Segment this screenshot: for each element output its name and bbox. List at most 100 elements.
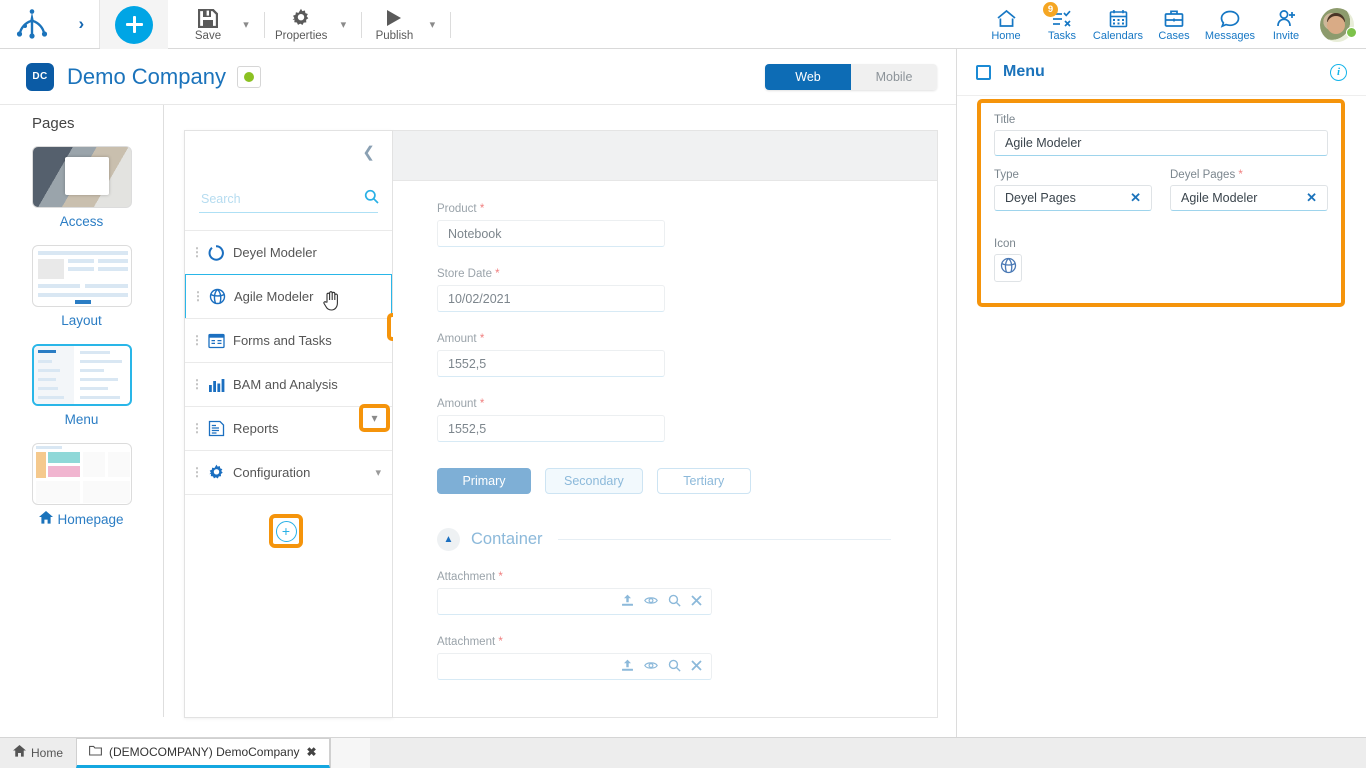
drag-handle-icon[interactable]: ⋮ [191, 334, 203, 346]
nav-home[interactable]: Home [978, 0, 1034, 49]
tree-item-bam-and-analysis[interactable]: ⋮ BAM and Analysis [185, 362, 392, 407]
add-zone [100, 0, 168, 49]
chevron-up-icon[interactable]: ▲ [437, 528, 460, 551]
drag-handle-icon[interactable]: ⋮ [191, 246, 203, 258]
properties-highlight-box: Title Agile Modeler Type Deyel Pages ✕ D… [977, 99, 1345, 307]
menu-tree: ⋮ Deyel Modeler ⋮ Agile Modeler ⋮ Forms … [185, 230, 392, 495]
platform-toggle: Web Mobile [765, 63, 937, 90]
properties-header: Menu i [957, 49, 1366, 96]
info-icon[interactable]: i [1330, 63, 1347, 81]
save-button[interactable]: Save [182, 0, 234, 49]
page-card-menu[interactable]: Menu [0, 344, 163, 427]
field-label: Attachment * [437, 636, 937, 648]
close-icon[interactable]: ✕ [1130, 190, 1141, 206]
title-input[interactable]: Agile Modeler [994, 130, 1328, 156]
tree-item-configuration[interactable]: ⋮ Configuration ▾ [185, 450, 392, 495]
add-new-button[interactable] [115, 5, 153, 44]
required-marker: * [495, 571, 503, 583]
tree-item-agile-modeler[interactable]: ⋮ Agile Modeler [185, 274, 392, 319]
tab-web[interactable]: Web [765, 63, 851, 90]
chevron-down-icon[interactable]: ▾ [375, 466, 381, 479]
nav-calendars[interactable]: Calendars [1090, 0, 1146, 49]
field-deyel-pages: Deyel Pages * Agile Modeler ✕ [1170, 169, 1328, 211]
nav-messages[interactable]: Messages [1202, 0, 1258, 49]
search-icon[interactable] [668, 594, 681, 610]
tree-item-label: BAM and Analysis [233, 377, 338, 392]
search-input[interactable] [199, 190, 364, 207]
upload-icon[interactable] [621, 659, 634, 675]
attachment-input-1[interactable] [437, 588, 712, 615]
drag-handle-icon[interactable]: ⋮ [192, 290, 204, 302]
page-card-homepage[interactable]: Homepage [0, 443, 163, 527]
taskbar-tab-democompany[interactable]: (DEMOCOMPANY) DemoCompany ✖ [76, 738, 330, 768]
circle-outline-icon [203, 244, 229, 261]
field-icon: Icon [994, 238, 1328, 282]
publish-caret-icon[interactable]: ▾ [420, 0, 444, 49]
close-icon[interactable] [691, 659, 702, 674]
status-dot [243, 71, 254, 82]
tree-item-forms-and-tasks[interactable]: ⋮ Forms and Tasks [185, 318, 392, 363]
briefcase-icon [1164, 7, 1184, 28]
properties-caret-icon[interactable]: ▾ [331, 0, 355, 49]
close-icon[interactable] [691, 594, 702, 609]
pages-title: Pages [32, 115, 75, 132]
nav-tasks[interactable]: 9 Tasks [1034, 0, 1090, 49]
nav-home-label: Home [991, 30, 1021, 42]
publish-button[interactable]: Publish [368, 0, 420, 49]
chevron-down-icon[interactable]: ▾ [371, 411, 377, 425]
tree-item-label: Forms and Tasks [233, 333, 332, 348]
store-date-input[interactable]: 10/02/2021 [437, 285, 665, 312]
field-amount-1: Amount * 1552,5 [437, 333, 937, 377]
product-input[interactable]: Notebook [437, 220, 665, 247]
tree-item-deyel-modeler[interactable]: ⋮ Deyel Modeler [185, 230, 392, 275]
save-caret-icon[interactable]: ▾ [234, 0, 258, 49]
section-title: Container [471, 530, 543, 548]
nav-cases[interactable]: Cases [1146, 0, 1202, 49]
amount-input-2[interactable]: 1552,5 [437, 415, 665, 442]
close-icon[interactable]: ✖ [307, 745, 317, 759]
page-label: Homepage [39, 511, 124, 527]
field-label: Amount * [437, 333, 937, 345]
tertiary-button[interactable]: Tertiary [656, 468, 751, 494]
secondary-button[interactable]: Secondary [545, 468, 643, 494]
checkbox-icon[interactable] [976, 64, 991, 80]
properties-button[interactable]: Properties [271, 0, 331, 49]
primary-button[interactable]: Primary [437, 468, 531, 494]
chevron-right-icon[interactable]: › [78, 14, 84, 34]
hand-cursor [322, 289, 342, 316]
chat-bubble-icon [1220, 7, 1240, 28]
upload-icon[interactable] [621, 594, 634, 610]
deyel-pages-select[interactable]: Agile Modeler ✕ [1170, 185, 1328, 211]
required-marker: * [1235, 169, 1243, 181]
search-icon[interactable] [668, 659, 681, 675]
eye-icon[interactable] [644, 659, 658, 674]
tree-item-label: Configuration [233, 465, 311, 480]
field-attachment-2: Attachment * [437, 636, 937, 680]
icon-picker-button[interactable] [994, 254, 1022, 282]
drag-handle-icon[interactable]: ⋮ [191, 466, 203, 478]
page-card-access[interactable]: Access [0, 146, 163, 229]
tab-mobile[interactable]: Mobile [851, 63, 937, 90]
eye-icon[interactable] [644, 594, 658, 609]
taskbar-home-button[interactable]: Home [0, 737, 76, 768]
attachment-actions [621, 594, 702, 610]
page-label: Layout [61, 313, 102, 328]
amount-input-1[interactable]: 1552,5 [437, 350, 665, 377]
nav-invite[interactable]: Invite [1258, 0, 1314, 49]
taskbar-spacer [329, 738, 370, 768]
page-card-layout[interactable]: Layout [0, 245, 163, 328]
plus-circle-icon[interactable]: + [275, 520, 297, 542]
page-label-text: Homepage [57, 511, 124, 527]
chevron-left-icon[interactable]: ❮ [362, 143, 375, 161]
field-label: Title [994, 114, 1016, 126]
form-canvas: Product * Notebook Store Date * 10/02/20… [393, 130, 938, 718]
drag-handle-icon[interactable]: ⋮ [191, 422, 203, 434]
drag-handle-icon[interactable]: ⋮ [191, 378, 203, 390]
close-icon[interactable]: ✕ [1306, 190, 1317, 206]
search-icon[interactable] [364, 189, 379, 208]
field-label: Deyel Pages * [1170, 169, 1328, 181]
type-select[interactable]: Deyel Pages ✕ [994, 185, 1152, 211]
tree-item-label: Deyel Modeler [233, 245, 317, 260]
attachment-input-2[interactable] [437, 653, 712, 680]
avatar[interactable] [1314, 7, 1360, 42]
